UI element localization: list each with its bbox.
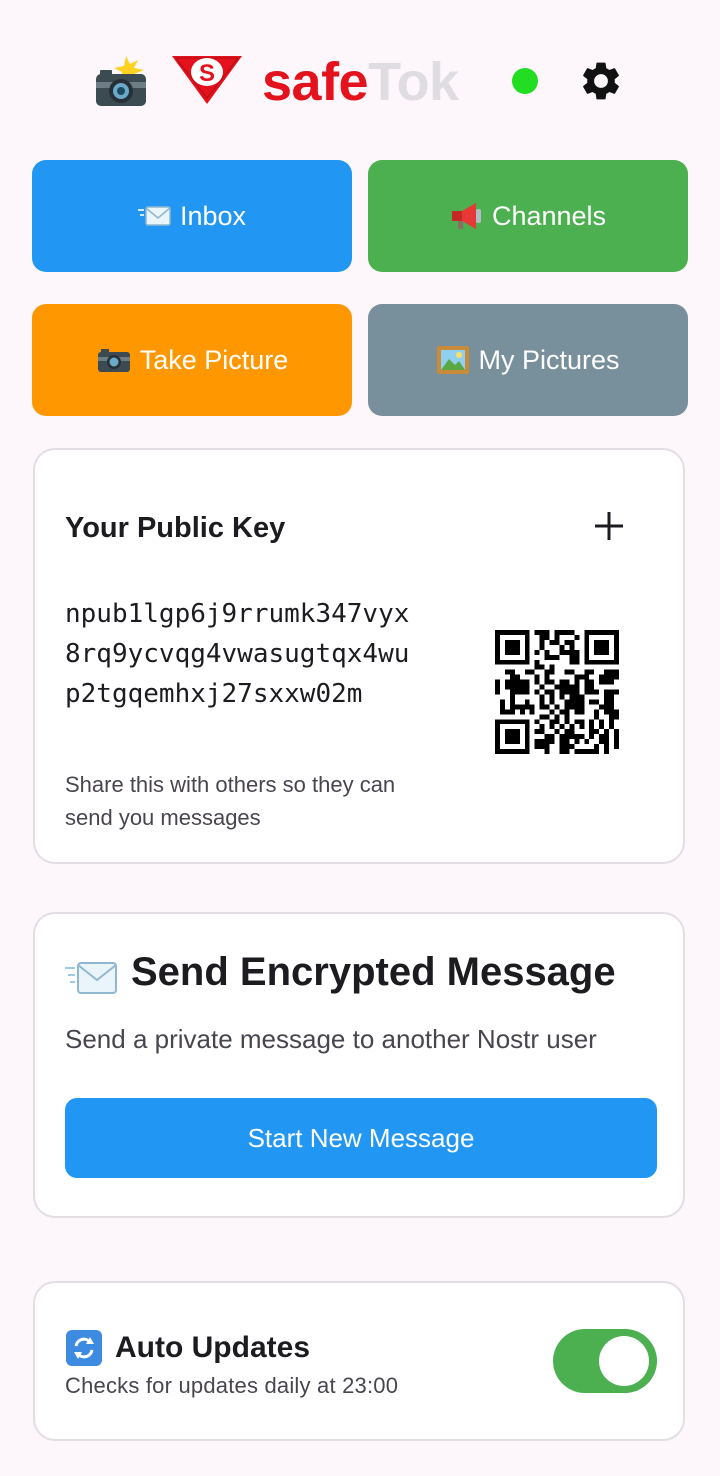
auto-updates-subtitle: Checks for updates daily at 23:00 xyxy=(65,1373,399,1398)
shield-s-icon: S xyxy=(172,56,242,104)
envelope-icon xyxy=(137,206,171,226)
megaphone-icon xyxy=(451,203,481,229)
connection-status-dot xyxy=(512,68,538,94)
send-message-card: Send Encrypted Message Send a private me… xyxy=(33,912,685,1218)
channels-button[interactable]: Channels xyxy=(368,160,688,272)
gear-icon[interactable] xyxy=(578,58,624,104)
toggle-knob xyxy=(599,1336,649,1386)
public-key-card: Your Public Key npub1lgp6j9rrumk347vyx8r… xyxy=(33,448,685,864)
brand-title: safeTok xyxy=(262,50,459,114)
envelope-icon xyxy=(65,962,117,994)
camera-flash-icon xyxy=(96,56,146,106)
public-key-qr-code[interactable] xyxy=(495,630,619,754)
auto-updates-toggle[interactable] xyxy=(553,1329,657,1393)
framed-picture-icon xyxy=(437,346,470,374)
my-pictures-label: My Pictures xyxy=(478,344,620,375)
brand-tok: Tok xyxy=(368,52,459,112)
brand-safe: safe xyxy=(262,52,369,112)
public-key-value[interactable]: npub1lgp6j9rrumk347vyx8rq9ycvqg4vwasugtq… xyxy=(65,594,425,714)
take-picture-label: Take Picture xyxy=(139,344,289,375)
svg-text:S: S xyxy=(199,60,215,87)
inbox-button[interactable]: Inbox xyxy=(32,160,352,272)
refresh-arrows-icon xyxy=(66,1330,102,1366)
my-pictures-button[interactable]: My Pictures xyxy=(368,304,688,416)
public-key-hint: Share this with others so they can send … xyxy=(65,772,396,830)
auto-updates-card: Auto Updates Checks for updates daily at… xyxy=(33,1281,685,1441)
channels-label: Channels xyxy=(491,200,607,231)
camera-icon xyxy=(97,349,130,372)
inbox-label: Inbox xyxy=(179,200,247,231)
auto-updates-title: Auto Updates xyxy=(115,1331,310,1364)
app-header: S safeTok xyxy=(0,40,720,120)
public-key-title: Your Public Key xyxy=(65,512,286,544)
plus-icon[interactable] xyxy=(593,510,625,542)
send-message-subtitle: Send a private message to another Nostr … xyxy=(65,1024,597,1054)
start-new-message-button[interactable]: Start New Message xyxy=(65,1098,657,1178)
send-message-title: Send Encrypted Message xyxy=(131,950,616,994)
take-picture-button[interactable]: Take Picture xyxy=(32,304,352,416)
